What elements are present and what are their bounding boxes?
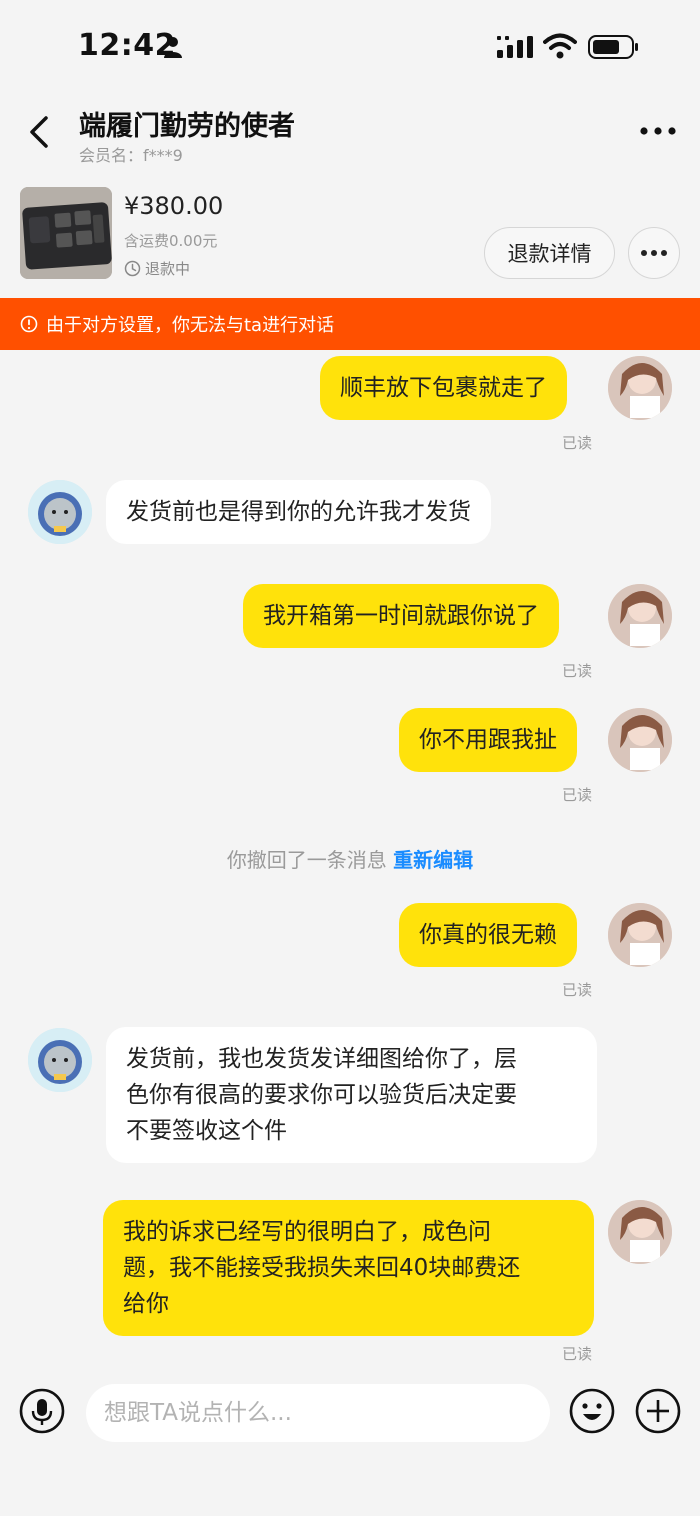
wifi-icon	[543, 33, 577, 59]
recall-notice: 你撤回了一条消息 重新编辑	[0, 844, 700, 873]
message-text: 发货前也是得到你的允许我才发货	[126, 499, 471, 525]
shipping-fee: 含运费0.00元	[124, 232, 218, 250]
status-time: 12:42	[78, 28, 176, 63]
chat-header: 端履门勤劳的使者 会员名：f***9	[0, 90, 700, 180]
read-receipt: 已读	[562, 662, 593, 680]
chat-messages[interactable]: 顺丰放下包裹就走了 已读 发货前也是得到你的允许我才发货 我开箱第一时间就跟你说…	[0, 350, 700, 1380]
message-line: 不要签收这个件	[126, 1118, 287, 1144]
message-bubble-outgoing[interactable]: 我开箱第一时间就跟你说了	[243, 584, 559, 648]
message-line: 题，我不能接受我损失来回40块邮费还	[123, 1255, 521, 1281]
person-icon	[164, 37, 182, 58]
warning-text: 由于对方设置，你无法与ta进行对话	[46, 315, 335, 336]
my-avatar[interactable]	[608, 584, 672, 648]
refund-details-button[interactable]: 退款详情	[484, 227, 615, 279]
signal-icon	[497, 36, 533, 58]
add-attachment-icon[interactable]	[635, 1388, 681, 1434]
message-bubble-outgoing[interactable]: 你不用跟我扯	[399, 708, 577, 772]
read-receipt: 已读	[562, 981, 593, 999]
message-bubble-incoming[interactable]: 发货前，我也发货发详细图给你了，层 色你有很高的要求你可以验货后决定要 不要签收…	[106, 1027, 597, 1163]
refund-status: 退款中	[124, 258, 190, 279]
message-line: 给你	[123, 1291, 169, 1317]
seller-name[interactable]: 端履门勤劳的使者	[79, 104, 295, 143]
order-price: ¥380.00	[124, 192, 224, 220]
message-line: 我的诉求已经写的很明白了，成色问	[123, 1219, 491, 1245]
back-arrow-icon[interactable]	[26, 112, 52, 152]
more-options-icon[interactable]	[636, 120, 680, 142]
message-bubble-outgoing[interactable]: 顺丰放下包裹就走了	[320, 356, 567, 420]
message-bubble-incoming[interactable]: 发货前也是得到你的允许我才发货	[106, 480, 491, 544]
message-line: 色你有很高的要求你可以验货后决定要	[126, 1082, 517, 1108]
seller-avatar[interactable]	[28, 1028, 92, 1092]
chat-restricted-banner: 由于对方设置，你无法与ta进行对话	[0, 298, 700, 350]
message-text: 我开箱第一时间就跟你说了	[263, 603, 539, 629]
voice-input-icon[interactable]	[19, 1388, 65, 1434]
message-input-bar	[0, 1380, 700, 1450]
my-avatar[interactable]	[608, 708, 672, 772]
read-receipt: 已读	[562, 1345, 593, 1363]
warning-icon	[20, 315, 38, 333]
member-name-label: 会员名：f***9	[79, 146, 183, 165]
order-more-button[interactable]	[628, 227, 680, 279]
message-input[interactable]	[86, 1384, 550, 1442]
status-bar: 12:42	[0, 0, 700, 90]
reedit-link[interactable]: 重新编辑	[393, 848, 473, 872]
seller-avatar[interactable]	[28, 480, 92, 544]
emoji-icon[interactable]	[569, 1388, 615, 1434]
refund-status-text: 退款中	[145, 260, 191, 278]
more-dots-icon	[641, 250, 667, 256]
my-avatar[interactable]	[608, 1200, 672, 1264]
my-avatar[interactable]	[608, 356, 672, 420]
message-text: 顺丰放下包裹就走了	[340, 375, 547, 401]
message-bubble-outgoing[interactable]: 你真的很无赖	[399, 903, 577, 967]
read-receipt: 已读	[562, 786, 593, 804]
read-receipt: 已读	[562, 434, 593, 452]
battery-icon	[588, 35, 638, 59]
product-thumbnail[interactable]	[20, 187, 112, 279]
recall-text: 你撤回了一条消息	[226, 848, 387, 872]
order-card[interactable]: ¥380.00 含运费0.00元 退款中 退款详情	[0, 180, 700, 298]
message-text: 你真的很无赖	[419, 922, 557, 948]
my-avatar[interactable]	[608, 903, 672, 967]
message-bubble-outgoing[interactable]: 我的诉求已经写的很明白了，成色问 题，我不能接受我损失来回40块邮费还 给你	[103, 1200, 594, 1336]
message-line: 发货前，我也发货发详细图给你了，层	[126, 1046, 517, 1072]
message-text: 你不用跟我扯	[419, 727, 557, 753]
clock-icon	[124, 260, 141, 277]
